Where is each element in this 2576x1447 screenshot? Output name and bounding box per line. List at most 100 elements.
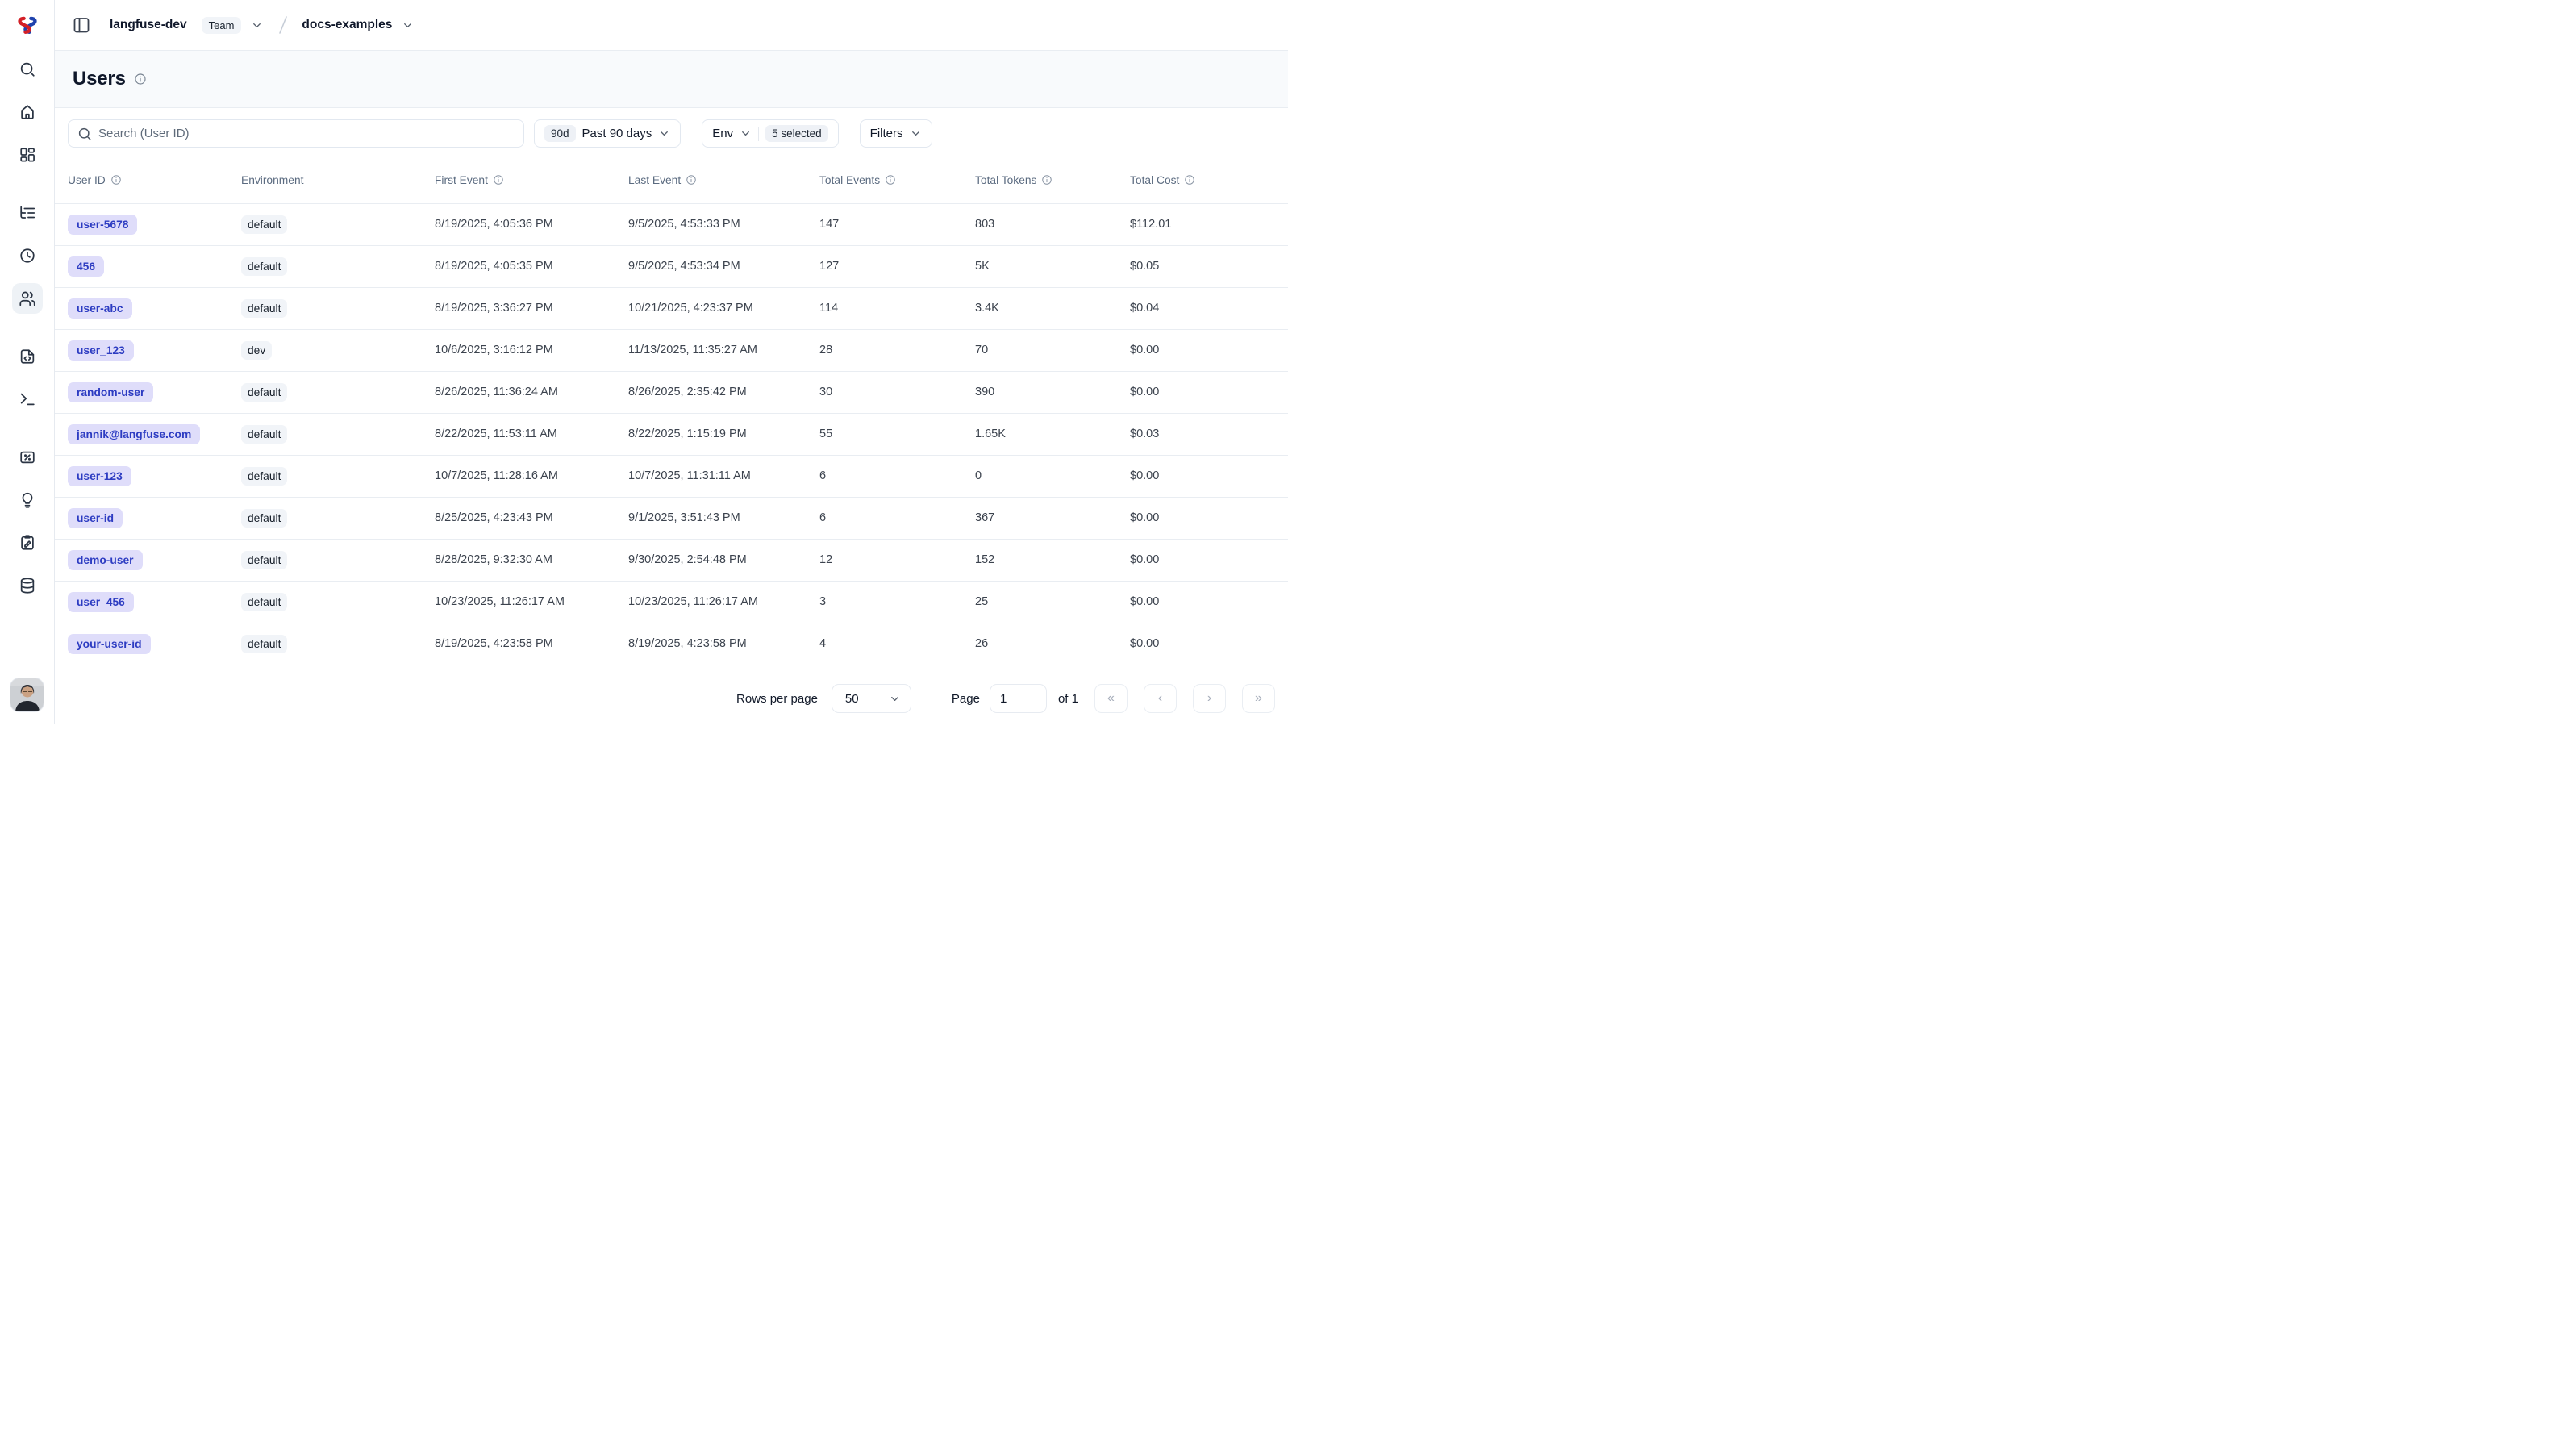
table-row[interactable]: user-123 default 10/7/2025, 11:28:16 AM …: [55, 455, 1288, 497]
column-header[interactable]: First Event: [435, 157, 628, 203]
user-id-badge[interactable]: user-id: [68, 508, 123, 528]
user-avatar[interactable]: [10, 678, 44, 711]
column-header[interactable]: Last Event: [628, 157, 819, 203]
table-cell: default: [241, 413, 435, 455]
table-row[interactable]: user_456 default 10/23/2025, 11:26:17 AM…: [55, 581, 1288, 623]
table-cell: 6: [819, 455, 975, 497]
user-id-badge[interactable]: user-5678: [68, 215, 137, 235]
env-selected-badge: 5 selected: [765, 125, 828, 142]
table-header: User IDEnvironmentFirst EventLast EventT…: [55, 157, 1288, 203]
user-id-badge[interactable]: user-abc: [68, 298, 132, 319]
table-row[interactable]: random-user default 8/26/2025, 11:36:24 …: [55, 371, 1288, 413]
info-icon[interactable]: [686, 174, 697, 186]
sidebar-item-prompts[interactable]: [12, 341, 43, 372]
table-cell: default: [241, 623, 435, 665]
next-page-button[interactable]: ›: [1193, 684, 1226, 713]
table-cell: user-id: [55, 497, 241, 539]
sidebar-item-dashboards[interactable]: [12, 140, 43, 170]
user-id-badge[interactable]: user_456: [68, 592, 134, 612]
info-icon[interactable]: [134, 73, 147, 85]
column-header[interactable]: Environment: [241, 157, 435, 203]
environment-badge: default: [241, 425, 287, 444]
info-icon[interactable]: [885, 174, 896, 186]
org-switcher-button[interactable]: [249, 18, 265, 33]
sidebar-item-scores[interactable]: [12, 442, 43, 473]
table-row[interactable]: user_123 dev 10/6/2025, 3:16:12 PM 11/13…: [55, 329, 1288, 371]
user-id-badge[interactable]: your-user-id: [68, 634, 151, 654]
sidebar-item-home[interactable]: [12, 97, 43, 127]
chevron-down-icon: [251, 19, 263, 31]
file-code-icon: [19, 348, 36, 365]
table-cell: 8/22/2025, 11:53:11 AM: [435, 413, 628, 455]
project-switcher-button[interactable]: [400, 18, 415, 33]
breadcrumb-org[interactable]: langfuse-dev: [110, 18, 187, 32]
date-range-badge: 90d: [544, 125, 576, 142]
date-range-button[interactable]: 90d Past 90 days: [534, 119, 681, 148]
table-cell: 10/21/2025, 4:23:37 PM: [628, 287, 819, 329]
info-icon[interactable]: [1041, 174, 1052, 186]
chevron-down-icon: [910, 127, 922, 140]
column-header[interactable]: Total Events: [819, 157, 975, 203]
table-row[interactable]: demo-user default 8/28/2025, 9:32:30 AM …: [55, 539, 1288, 581]
table-row[interactable]: your-user-id default 8/19/2025, 4:23:58 …: [55, 623, 1288, 665]
table-cell: 26: [975, 623, 1130, 665]
pagination: Rows per page 50 Page of 1 « ‹ › »: [55, 673, 1288, 724]
filters-button[interactable]: Filters: [860, 119, 932, 148]
column-header[interactable]: Total Cost: [1130, 157, 1288, 203]
sidebar-item-sessions[interactable]: [12, 240, 43, 271]
user-id-badge[interactable]: random-user: [68, 382, 153, 402]
users-table: User IDEnvironmentFirst EventLast EventT…: [55, 157, 1288, 665]
sidebar-item-users[interactable]: [12, 283, 43, 314]
table-cell: 8/28/2025, 9:32:30 AM: [435, 539, 628, 581]
environment-filter-button[interactable]: Env 5 selected: [702, 119, 838, 148]
info-icon[interactable]: [110, 174, 122, 186]
sidebar-item-playground[interactable]: [12, 384, 43, 415]
rows-per-page-select[interactable]: 50: [832, 684, 911, 713]
info-icon[interactable]: [493, 174, 504, 186]
clipboard-pen-icon: [19, 534, 36, 552]
search-input[interactable]: [98, 127, 515, 140]
breadcrumb-project[interactable]: docs-examples: [302, 18, 392, 32]
table-cell: 10/7/2025, 11:28:16 AM: [435, 455, 628, 497]
table-cell: default: [241, 371, 435, 413]
table-cell: user-123: [55, 455, 241, 497]
table-cell: 456: [55, 245, 241, 287]
table-cell: 0: [975, 455, 1130, 497]
collapse-sidebar-button[interactable]: [68, 11, 95, 39]
filter-bar: 90d Past 90 days Env 5 selected Filters: [55, 108, 1288, 157]
sidebar-item-evals[interactable]: [12, 485, 43, 515]
table-row[interactable]: 456 default 8/19/2025, 4:05:35 PM 9/5/20…: [55, 245, 1288, 287]
table-row[interactable]: user-abc default 8/19/2025, 3:36:27 PM 1…: [55, 287, 1288, 329]
sidebar-item-annotation[interactable]: [12, 528, 43, 558]
column-header[interactable]: User ID: [55, 157, 241, 203]
info-icon[interactable]: [1184, 174, 1195, 186]
column-header[interactable]: Total Tokens: [975, 157, 1130, 203]
table-row[interactable]: jannik@langfuse.com default 8/22/2025, 1…: [55, 413, 1288, 455]
table-cell: 30: [819, 371, 975, 413]
sidebar-item-datasets[interactable]: [12, 570, 43, 601]
user-id-badge[interactable]: user-123: [68, 466, 131, 486]
table-cell: user_456: [55, 581, 241, 623]
sidebar-item-tracing[interactable]: [12, 198, 43, 228]
user-id-badge[interactable]: user_123: [68, 340, 134, 361]
previous-page-button[interactable]: ‹: [1144, 684, 1177, 713]
table-cell: random-user: [55, 371, 241, 413]
table-cell: 8/26/2025, 11:36:24 AM: [435, 371, 628, 413]
last-page-button[interactable]: »: [1242, 684, 1275, 713]
table-cell: $112.01: [1130, 203, 1288, 245]
user-id-badge[interactable]: jannik@langfuse.com: [68, 424, 200, 444]
langfuse-logo[interactable]: [10, 7, 45, 43]
table-row[interactable]: user-id default 8/25/2025, 4:23:43 PM 9/…: [55, 497, 1288, 539]
table-row[interactable]: user-5678 default 8/19/2025, 4:05:36 PM …: [55, 203, 1288, 245]
page-number-input[interactable]: [990, 684, 1047, 713]
lightbulb-icon: [19, 491, 36, 509]
table-cell: 5K: [975, 245, 1130, 287]
sidebar-item-search[interactable]: [12, 54, 43, 85]
user-id-badge[interactable]: 456: [68, 256, 104, 277]
environment-badge: default: [241, 551, 287, 569]
date-range-label: Past 90 days: [582, 127, 652, 140]
list-tree-icon: [19, 204, 36, 222]
table-cell: 8/19/2025, 4:05:35 PM: [435, 245, 628, 287]
user-id-badge[interactable]: demo-user: [68, 550, 143, 570]
first-page-button[interactable]: «: [1094, 684, 1128, 713]
